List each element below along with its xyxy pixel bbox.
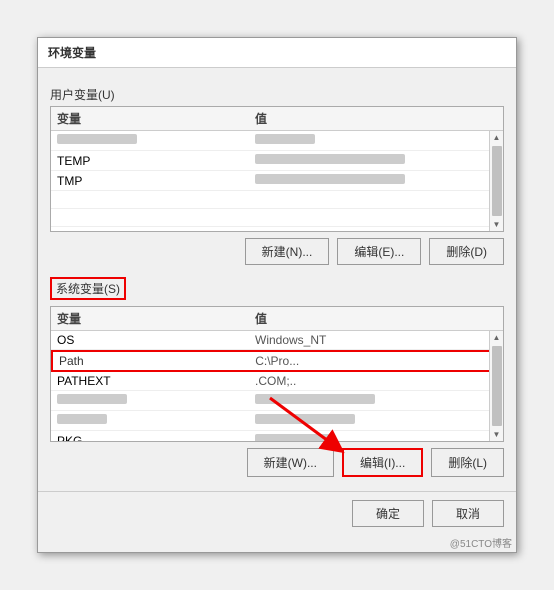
system-section-wrapper: 系统变量(S) <box>50 269 504 303</box>
user-var-value-tmp <box>255 173 497 188</box>
blurred-value <box>255 154 405 164</box>
sys-var-blurred-val-2 <box>255 413 497 428</box>
sys-var-name-path: Path <box>59 354 255 368</box>
user-table-scroll-area: TEMP TMP <box>51 131 503 231</box>
sys-col-value-header: 值 <box>255 310 497 327</box>
cancel-button[interactable]: 取消 <box>432 500 504 527</box>
new-user-button[interactable]: 新建(N)... <box>245 238 330 265</box>
sys-var-value-pkg <box>255 433 497 441</box>
sys-button-row: 新建(W)... 编辑(I)... 删除(L) <box>50 448 504 477</box>
table-row[interactable] <box>51 411 503 431</box>
sys-var-name-pkg: PKG <box>57 434 255 442</box>
sys-var-name-os: OS <box>57 333 255 347</box>
blurred-name <box>57 414 107 424</box>
user-scrollbar[interactable]: ▲ ▼ <box>489 131 503 231</box>
sys-table-scroll-area: OS Windows_NT Path C:\Pro... PATHEXT .CO… <box>51 331 503 441</box>
delete-sys-button[interactable]: 删除(L) <box>431 448 504 477</box>
table-row[interactable] <box>51 391 503 411</box>
blurred-name <box>57 394 127 404</box>
user-var-value-temp <box>255 153 497 168</box>
scroll-thumb[interactable] <box>492 146 502 216</box>
sys-table-body: OS Windows_NT Path C:\Pro... PATHEXT .CO… <box>51 331 503 441</box>
table-row[interactable]: PATHEXT .COM;.. <box>51 372 503 391</box>
sys-table-header: 变量 值 <box>51 307 503 331</box>
system-section-label: 系统变量(S) <box>50 277 126 300</box>
table-row[interactable]: TMP <box>51 171 503 191</box>
table-row[interactable]: TEMP <box>51 151 503 171</box>
sys-var-name-pathext: PATHEXT <box>57 374 255 388</box>
user-col-value-header: 值 <box>255 110 497 127</box>
ok-button[interactable]: 确定 <box>352 500 424 527</box>
table-row[interactable]: OS Windows_NT <box>51 331 503 350</box>
sys-col-name-header: 变量 <box>57 310 255 327</box>
sys-scroll-up-arrow[interactable]: ▲ <box>491 331 503 344</box>
scroll-up-arrow[interactable]: ▲ <box>491 131 503 144</box>
table-row[interactable]: PKG <box>51 431 503 441</box>
blurred-value <box>255 414 355 424</box>
user-var-value-1 <box>255 133 497 148</box>
system-variables-section: 变量 值 OS Windows_NT Path C:\Pro... <box>50 306 504 442</box>
sys-var-blurred-2 <box>57 413 255 428</box>
table-row[interactable] <box>51 131 503 151</box>
user-col-name-header: 变量 <box>57 110 255 127</box>
edit-sys-button[interactable]: 编辑(I)... <box>342 448 423 477</box>
table-row[interactable] <box>51 191 503 209</box>
blurred-value <box>255 434 335 441</box>
user-table-body: TEMP TMP <box>51 131 503 231</box>
edit-user-button[interactable]: 编辑(E)... <box>337 238 421 265</box>
dialog-bottom-buttons: 确定 取消 <box>38 491 516 535</box>
user-var-name-temp: TEMP <box>57 154 255 168</box>
blurred-name <box>57 134 137 144</box>
dialog-title: 环境变量 <box>38 38 516 68</box>
sys-button-container: 新建(W)... 编辑(I)... 删除(L) <box>50 448 504 477</box>
blurred-value <box>255 174 405 184</box>
table-row[interactable] <box>51 209 503 227</box>
sys-var-value-os: Windows_NT <box>255 333 497 347</box>
user-table-header: 变量 值 <box>51 107 503 131</box>
user-section-label: 用户变量(U) <box>50 86 504 103</box>
new-sys-button[interactable]: 新建(W)... <box>247 448 334 477</box>
blurred-value <box>255 134 315 144</box>
user-var-name-tmp: TMP <box>57 174 255 188</box>
sys-var-blurred-1 <box>57 393 255 408</box>
blurred-value <box>255 394 375 404</box>
sys-scrollbar[interactable]: ▲ ▼ <box>489 331 503 441</box>
user-var-name-1 <box>57 133 255 148</box>
path-table-row[interactable]: Path C:\Pro... <box>51 350 503 372</box>
sys-var-blurred-val-1 <box>255 393 497 408</box>
user-button-row: 新建(N)... 编辑(E)... 删除(D) <box>50 238 504 265</box>
sys-var-value-pathext: .COM;.. <box>255 374 497 388</box>
scroll-down-arrow[interactable]: ▼ <box>491 218 503 231</box>
watermark: @51CTO博客 <box>38 535 516 552</box>
user-variables-section: 变量 值 TEMP <box>50 106 504 232</box>
sys-var-value-path: C:\Pro... <box>255 354 495 368</box>
sys-scroll-thumb[interactable] <box>492 346 502 426</box>
environment-variables-dialog: 环境变量 用户变量(U) 变量 值 <box>37 37 517 553</box>
sys-scroll-down-arrow[interactable]: ▼ <box>491 428 503 441</box>
delete-user-button[interactable]: 删除(D) <box>429 238 504 265</box>
